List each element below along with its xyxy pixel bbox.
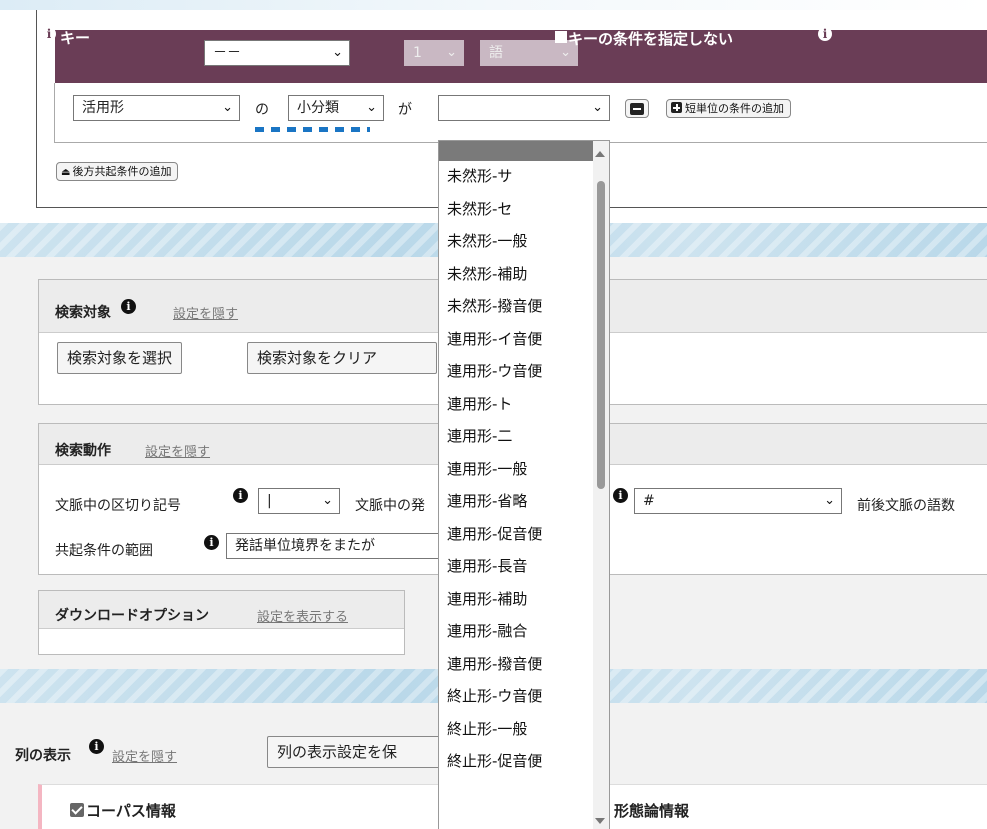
add-short-unit-condition-button[interactable]: 短単位の条件の追加 bbox=[666, 99, 791, 118]
top-strip bbox=[0, 0, 987, 10]
remove-condition-button[interactable] bbox=[625, 99, 649, 118]
no-key-condition-checkbox[interactable] bbox=[555, 31, 567, 43]
dropdown-option[interactable]: 連用形-一般 bbox=[439, 454, 594, 485]
dropdown-option[interactable]: 連用形-撥音便 bbox=[439, 649, 594, 680]
key-label: キー bbox=[60, 29, 91, 47]
search-action-title: 検索動作 bbox=[55, 443, 111, 459]
condition-subfield-select[interactable]: 小分類 ⌄ bbox=[288, 95, 384, 121]
eject-icon: ⏏ bbox=[61, 167, 71, 178]
delimiter-label: 文脈中の区切り記号 bbox=[55, 498, 181, 514]
add-cooccur-label: 後方共起条件の追加 bbox=[72, 165, 172, 178]
dropdown-option[interactable]: 未然形-セ bbox=[439, 194, 594, 225]
scrollbar-thumb[interactable] bbox=[597, 181, 605, 489]
plus-icon bbox=[671, 102, 682, 113]
dropdown-option[interactable]: 未然形-補助 bbox=[439, 259, 594, 290]
key-number-select: 1 ⌄ bbox=[404, 40, 464, 66]
dropdown-option[interactable]: 未然形-撥音便 bbox=[439, 291, 594, 322]
context-symbol-value: # bbox=[643, 493, 655, 509]
key-number-value: 1 bbox=[413, 45, 422, 61]
dropdown-option[interactable]: 終止形-促音便 bbox=[439, 746, 594, 777]
search-target-title: 検索対象 bbox=[55, 305, 111, 321]
value-dropdown-list[interactable]: 未然形-サ 未然形-セ 未然形-一般 未然形-補助 未然形-撥音便 連用形-イ音便 連用形-… bbox=[438, 140, 610, 829]
no-key-condition-label: キーの条件を指定しない bbox=[568, 30, 734, 48]
info-icon[interactable]: i bbox=[42, 27, 56, 41]
dropdown-option[interactable]: 連用形-イ音便 bbox=[439, 324, 594, 355]
chevron-down-icon: ⌄ bbox=[366, 100, 377, 115]
chevron-down-icon: ⌄ bbox=[222, 100, 233, 115]
info-icon[interactable]: i bbox=[121, 299, 136, 314]
morph-info-header[interactable]: 形態論情報 bbox=[614, 800, 689, 821]
dropdown-option[interactable]: 連用形-省略 bbox=[439, 486, 594, 517]
delimiter-value: | bbox=[267, 493, 272, 509]
dropdown-option[interactable]: 連用形-促音便 bbox=[439, 519, 594, 550]
chevron-down-icon: ⌄ bbox=[322, 493, 333, 508]
context-label: 文脈中の発 bbox=[355, 498, 425, 514]
download-options-title: ダウンロードオプション bbox=[55, 608, 209, 624]
dropdown-option[interactable]: 連用形-ト bbox=[439, 389, 594, 420]
info-icon[interactable]: i bbox=[818, 27, 832, 41]
chevron-down-icon: ⌄ bbox=[824, 493, 835, 508]
dropdown-option[interactable]: 連用形-補助 bbox=[439, 584, 594, 615]
range-value: 発話単位境界をまたが bbox=[235, 538, 375, 554]
info-icon[interactable]: i bbox=[613, 488, 628, 503]
minus-icon bbox=[630, 103, 644, 115]
column-settings-button[interactable]: 列の表示設定を保 bbox=[267, 736, 447, 768]
key-unit-value: 語 bbox=[489, 45, 503, 61]
dropdown-option[interactable]: 未然形-一般 bbox=[439, 226, 594, 257]
context-count-label: 前後文脈の語数 bbox=[857, 498, 955, 514]
corpus-info-header[interactable]: コーパス情報 bbox=[70, 800, 176, 821]
chevron-down-icon: ⌄ bbox=[592, 100, 603, 115]
range-select[interactable]: 発話単位境界をまたが bbox=[226, 533, 446, 559]
particle-ga: が bbox=[398, 102, 412, 118]
info-icon[interactable]: i bbox=[233, 488, 248, 503]
delimiter-select[interactable]: | ⌄ bbox=[258, 488, 340, 514]
condition-subfield-value: 小分類 bbox=[297, 100, 339, 116]
info-icon[interactable]: i bbox=[204, 535, 219, 550]
columns-title: 列の表示 bbox=[15, 748, 71, 764]
chevron-down-icon: ⌄ bbox=[332, 45, 343, 60]
dropdown-option[interactable]: 連用形-融合 bbox=[439, 616, 594, 647]
condition-value-select[interactable]: ⌄ bbox=[438, 95, 610, 121]
particle-no: の bbox=[255, 102, 269, 118]
dropdown-option[interactable]: 未然形-サ bbox=[439, 161, 594, 192]
dropdown-option[interactable]: 連用形-長音 bbox=[439, 551, 594, 582]
chevron-down-icon: ⌄ bbox=[446, 45, 457, 60]
hide-search-action-link[interactable]: 設定を隠す bbox=[145, 441, 210, 460]
dropdown-option[interactable]: 連用形-二 bbox=[439, 421, 594, 452]
dropdown-option[interactable]: 終止形-一般 bbox=[439, 714, 594, 745]
select-search-target-button[interactable]: 検索対象を選択 bbox=[57, 342, 183, 374]
hide-columns-link[interactable]: 設定を隠す bbox=[112, 746, 177, 765]
scroll-up-arrow-icon[interactable] bbox=[595, 151, 605, 157]
condition-field-select[interactable]: 活用形 ⌄ bbox=[73, 95, 240, 121]
add-cooccurrence-button[interactable]: ⏏ 後方共起条件の追加 bbox=[56, 162, 179, 181]
condition-field-value: 活用形 bbox=[82, 100, 124, 116]
key-select[interactable]: －－ ⌄ bbox=[204, 40, 350, 66]
range-label: 共起条件の範囲 bbox=[55, 543, 153, 559]
dropdown-option[interactable]: 連用形-ウ音便 bbox=[439, 356, 594, 387]
dropdown-option[interactable] bbox=[439, 141, 594, 161]
focus-indicator bbox=[255, 127, 370, 132]
dropdown-option[interactable]: 終止形-ウ音便 bbox=[439, 681, 594, 712]
corpus-info-label: コーパス情報 bbox=[86, 802, 176, 820]
show-download-options-link[interactable]: 設定を表示する bbox=[257, 606, 348, 625]
context-symbol-select[interactable]: # ⌄ bbox=[634, 488, 842, 514]
key-select-value: －－ bbox=[213, 45, 241, 61]
add-short-unit-label: 短単位の条件の追加 bbox=[685, 102, 784, 115]
clear-search-target-button[interactable]: 検索対象をクリア bbox=[247, 342, 437, 374]
scroll-down-arrow-icon[interactable] bbox=[595, 818, 605, 824]
checkbox-checked-icon bbox=[70, 803, 84, 817]
info-icon[interactable]: i bbox=[89, 739, 104, 754]
hide-search-target-link[interactable]: 設定を隠す bbox=[173, 303, 238, 322]
key-unit-select: 語 ⌄ bbox=[480, 40, 578, 66]
dropdown-scrollbar[interactable] bbox=[593, 141, 609, 829]
